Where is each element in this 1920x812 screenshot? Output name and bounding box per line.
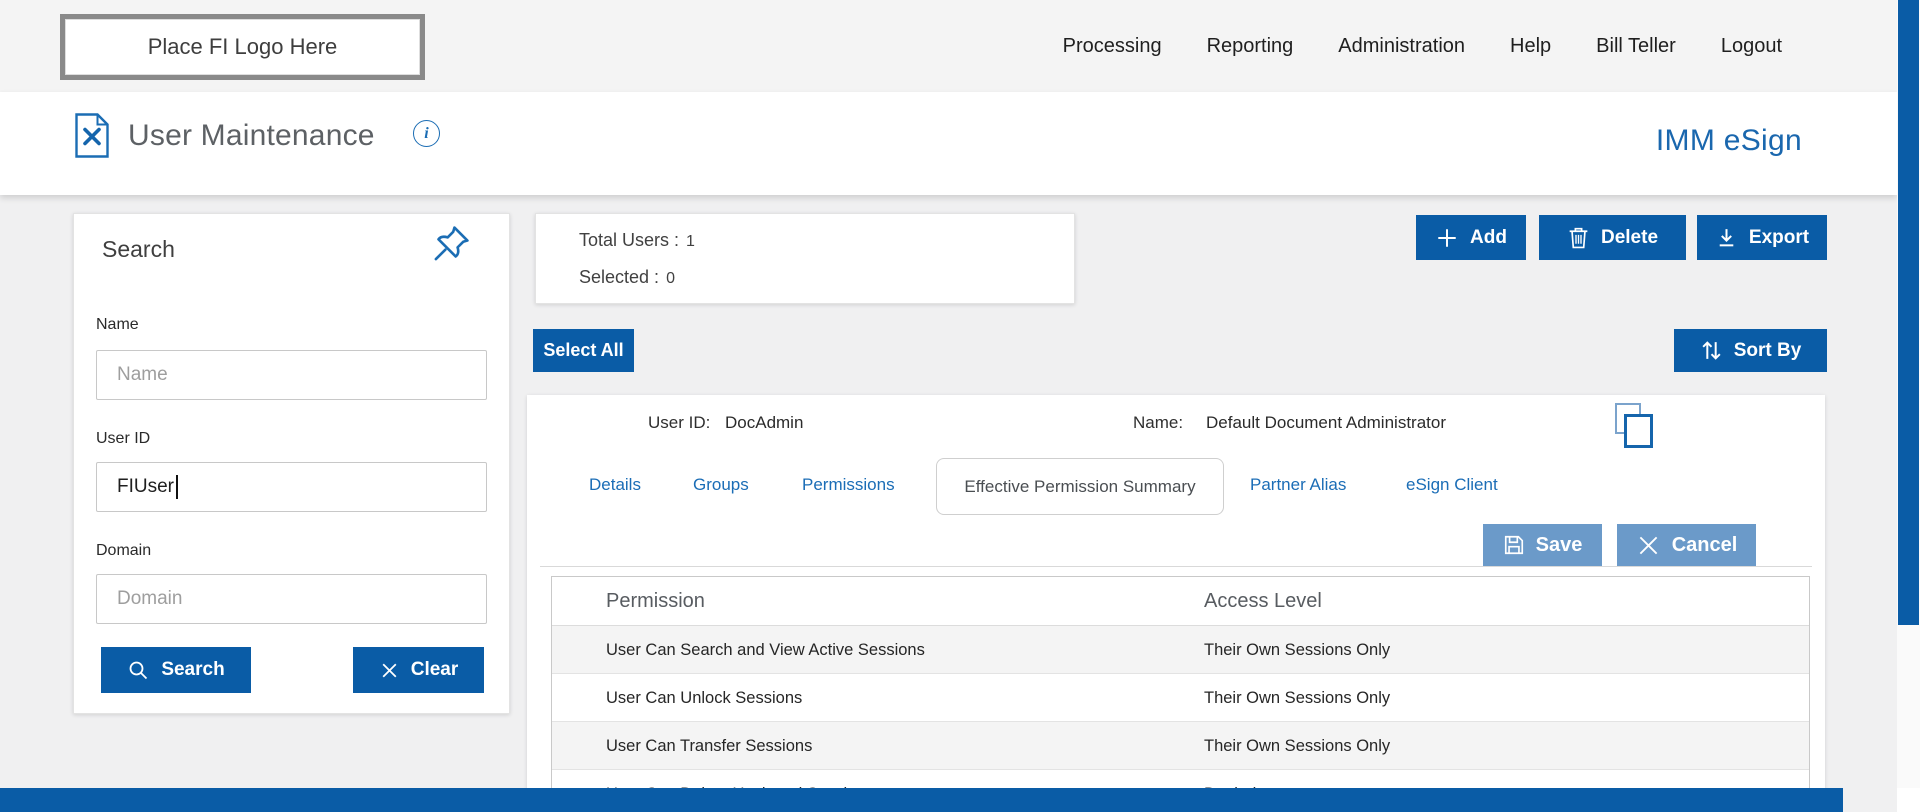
tab-content-divider xyxy=(540,566,1812,567)
user-id-field-value: DocAdmin xyxy=(725,413,804,432)
download-icon xyxy=(1719,229,1734,247)
user-id-input-value: FIUser xyxy=(117,476,174,497)
user-maintenance-icon xyxy=(75,113,109,163)
scrollbar-corner xyxy=(1897,788,1920,812)
pin-icon[interactable] xyxy=(431,222,473,269)
vertical-scrollbar-thumb[interactable] xyxy=(1898,0,1919,625)
selected-label: Selected : xyxy=(579,267,660,287)
add-button[interactable]: Add xyxy=(1416,215,1526,260)
export-button-label: Export xyxy=(1748,226,1810,248)
search-button[interactable]: Search xyxy=(101,647,251,693)
cancel-x-icon xyxy=(1639,536,1657,554)
nav-processing[interactable]: Processing xyxy=(1063,35,1162,58)
column-header-access-level: Access Level xyxy=(1204,590,1322,612)
total-users-line: Total Users : 1 xyxy=(579,230,695,251)
column-header-permission: Permission xyxy=(606,590,705,612)
brand-imm-esign: IMM eSign xyxy=(1655,124,1802,157)
top-bar: Place FI Logo Here Processing Reporting … xyxy=(0,0,1897,92)
name-field-label: Name: xyxy=(1133,413,1184,432)
user-detail-card: User ID: DocAdmin Name: Default Document… xyxy=(527,395,1825,812)
delete-button-label: Delete xyxy=(1600,226,1659,248)
permission-cell: User Can Transfer Sessions xyxy=(606,737,813,755)
tab-permissions[interactable]: Permissions xyxy=(802,475,895,495)
export-button[interactable]: Export xyxy=(1697,215,1827,260)
main-nav: Processing Reporting Administration Help… xyxy=(1063,0,1782,92)
name-field-value: Default Document Administrator xyxy=(1206,413,1446,432)
user-id-label: User ID xyxy=(96,430,151,447)
access-level-cell: Their Own Sessions Only xyxy=(1204,641,1391,659)
search-panel-title: Search xyxy=(102,236,175,262)
select-all-button[interactable]: Select All xyxy=(533,329,634,372)
save-button-label: Save xyxy=(1535,533,1583,556)
vertical-scrollbar[interactable] xyxy=(1897,0,1920,812)
delete-button[interactable]: Delete xyxy=(1539,215,1686,260)
user-id-input[interactable]: FIUser xyxy=(96,462,487,512)
name-input[interactable] xyxy=(96,350,487,400)
search-button-label: Search xyxy=(161,659,225,680)
search-panel: Search Name User ID FIUser Domain Search… xyxy=(73,213,510,714)
sort-by-label: Sort By xyxy=(1733,339,1802,361)
permissions-table: Permission Access Level User Can Search … xyxy=(551,576,1810,812)
access-level-cell: Their Own Sessions Only xyxy=(1204,737,1391,755)
permission-cell: User Can Unlock Sessions xyxy=(606,689,803,707)
permission-cell: User Can Search and View Active Sessions xyxy=(606,641,925,659)
domain-input[interactable] xyxy=(96,574,487,624)
permissions-table-header: Permission Access Level xyxy=(552,577,1809,626)
page-title: User Maintenance xyxy=(128,119,375,152)
add-button-label: Add xyxy=(1470,226,1507,248)
nav-administration[interactable]: Administration xyxy=(1338,35,1465,58)
cancel-button[interactable]: Cancel xyxy=(1617,524,1756,566)
copy-icon[interactable] xyxy=(1615,403,1657,451)
save-button[interactable]: Save xyxy=(1483,524,1602,566)
sort-arrows-icon xyxy=(1702,341,1721,360)
sort-by-button[interactable]: Sort By xyxy=(1674,329,1827,372)
search-icon xyxy=(129,661,148,679)
copy-icon-front-page xyxy=(1624,414,1653,448)
plus-icon xyxy=(1438,228,1456,247)
name-label: Name xyxy=(96,316,139,333)
clear-button-label: Clear xyxy=(410,659,459,680)
domain-label: Domain xyxy=(96,542,152,559)
nav-help[interactable]: Help xyxy=(1510,35,1551,58)
nav-reporting[interactable]: Reporting xyxy=(1207,35,1294,58)
page-header: User Maintenance i IMM eSign xyxy=(0,92,1897,195)
selected-value: 0 xyxy=(666,270,675,287)
text-caret xyxy=(176,475,178,499)
save-floppy-icon xyxy=(1504,535,1523,555)
clear-button[interactable]: Clear xyxy=(353,647,484,693)
tab-esign-client[interactable]: eSign Client xyxy=(1406,475,1498,495)
tab-groups[interactable]: Groups xyxy=(693,475,749,495)
fi-logo-placeholder: Place FI Logo Here xyxy=(60,14,425,80)
cancel-button-label: Cancel xyxy=(1671,533,1738,556)
total-users-label: Total Users : xyxy=(579,230,680,250)
clear-x-icon xyxy=(382,663,397,677)
nav-user-bill-teller[interactable]: Bill Teller xyxy=(1596,35,1676,58)
table-row[interactable]: User Can Search and View Active Sessions… xyxy=(552,626,1809,674)
tab-effective-permission-summary[interactable]: Effective Permission Summary xyxy=(936,458,1224,515)
table-row[interactable]: User Can Unlock Sessions Their Own Sessi… xyxy=(552,674,1809,722)
user-maintenance-screen: Place FI Logo Here Processing Reporting … xyxy=(0,0,1920,812)
tab-details[interactable]: Details xyxy=(589,475,641,495)
footer-accent-bar xyxy=(0,788,1843,812)
user-id-field-label: User ID: xyxy=(648,413,711,432)
tab-partner-alias[interactable]: Partner Alias xyxy=(1250,475,1346,495)
access-level-cell: Their Own Sessions Only xyxy=(1204,689,1391,707)
fi-logo-text: Place FI Logo Here xyxy=(65,19,420,75)
nav-logout[interactable]: Logout xyxy=(1721,35,1782,58)
select-all-label: Select All xyxy=(543,340,624,360)
total-users-value: 1 xyxy=(686,233,695,250)
selected-line: Selected : 0 xyxy=(579,267,675,288)
trash-icon xyxy=(1569,227,1588,249)
table-row[interactable]: User Can Transfer Sessions Their Own Ses… xyxy=(552,722,1809,770)
info-icon[interactable]: i xyxy=(413,120,440,147)
totals-card: Total Users : 1 Selected : 0 xyxy=(535,213,1075,304)
